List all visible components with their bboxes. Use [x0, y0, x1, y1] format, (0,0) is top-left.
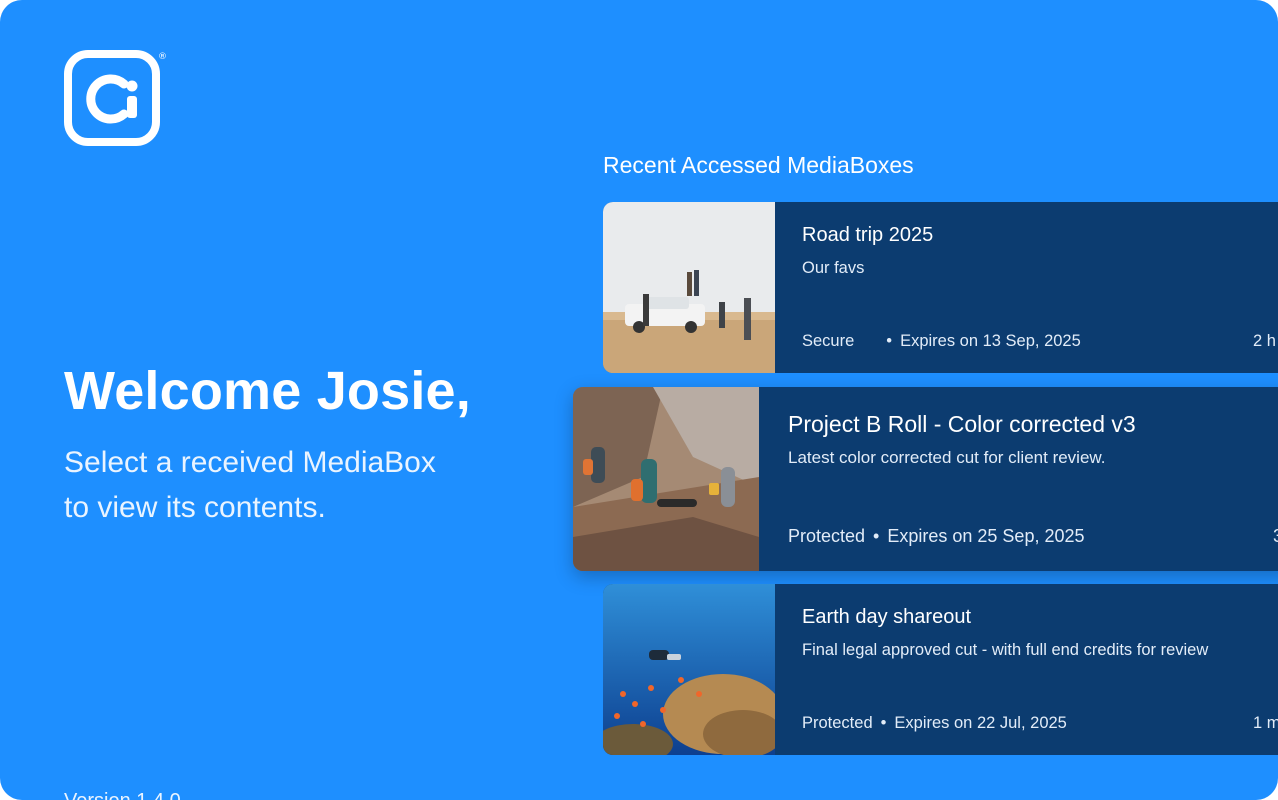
- recent-section-title: Recent Accessed MediaBoxes: [603, 152, 914, 178]
- separator-dot: •: [886, 332, 893, 350]
- mediabox-card-road-trip[interactable]: Road trip 2025 Our favs Secure • Expires o…: [603, 202, 1278, 373]
- separator-dot: •: [880, 714, 887, 732]
- mediabox-age: 2 h: [1253, 332, 1276, 350]
- ci-logo-icon: ®: [64, 50, 167, 146]
- welcome-subtitle: Select a received MediaBox to view its c…: [64, 440, 484, 530]
- security-status: Protected: [788, 526, 866, 546]
- expiry-date: Expires on 13 Sep, 2025: [900, 332, 1081, 350]
- welcome-subtitle-line-1: Select a received MediaBox: [64, 446, 436, 479]
- mediabox-description: Our favs: [802, 259, 865, 277]
- mediabox-title: Earth day shareout: [802, 606, 971, 628]
- welcome-title: Welcome Josie,: [64, 361, 471, 421]
- mediabox-thumbnail: [573, 387, 759, 571]
- mediabox-description: Final legal approved cut - with full end…: [802, 641, 1209, 659]
- mediabox-card-project-b-roll[interactable]: Project B Roll - Color corrected v3 Late…: [573, 387, 1278, 571]
- mediabox-info: Road trip 2025 Our favs Secure • Expires o…: [775, 202, 1278, 373]
- app-window: ® Welcome Josie, Select a received Media…: [0, 0, 1278, 800]
- mediabox-card-earth-day[interactable]: Earth day shareout Final legal approved …: [603, 584, 1278, 755]
- version-label: Version 1.4.0: [64, 790, 181, 800]
- security-status: Protected: [802, 714, 873, 732]
- mediabox-info: Earth day shareout Final legal approved …: [775, 584, 1278, 755]
- mediabox-title: Project B Roll - Color corrected v3: [788, 411, 1136, 437]
- mediabox-title: Road trip 2025: [802, 224, 934, 246]
- mediabox-thumbnail: [603, 202, 775, 373]
- expiry-date: Expires on 25 Sep, 2025: [887, 526, 1085, 546]
- separator-dot: •: [873, 526, 880, 546]
- mediabox-description: Latest color corrected cut for client re…: [788, 448, 1106, 467]
- mediabox-meta: Protected • Expires on 22 Jul, 2025 1 m: [802, 714, 1278, 733]
- mediabox-meta: Protected • Expires on 25 Sep, 2025 3: [788, 526, 1278, 547]
- mediabox-age: 3: [1273, 526, 1278, 547]
- welcome-subtitle-line-2: to view its contents.: [64, 491, 326, 524]
- registered-mark: ®: [158, 52, 167, 62]
- security-status: Secure: [802, 332, 855, 350]
- mediabox-meta: Secure • Expires on 13 Sep, 2025 2 h: [802, 332, 1278, 351]
- mediabox-age: 1 m: [1253, 714, 1278, 732]
- mediabox-thumbnail: [603, 584, 775, 755]
- expiry-date: Expires on 22 Jul, 2025: [894, 714, 1067, 732]
- mediabox-info: Project B Roll - Color corrected v3 Late…: [759, 387, 1278, 571]
